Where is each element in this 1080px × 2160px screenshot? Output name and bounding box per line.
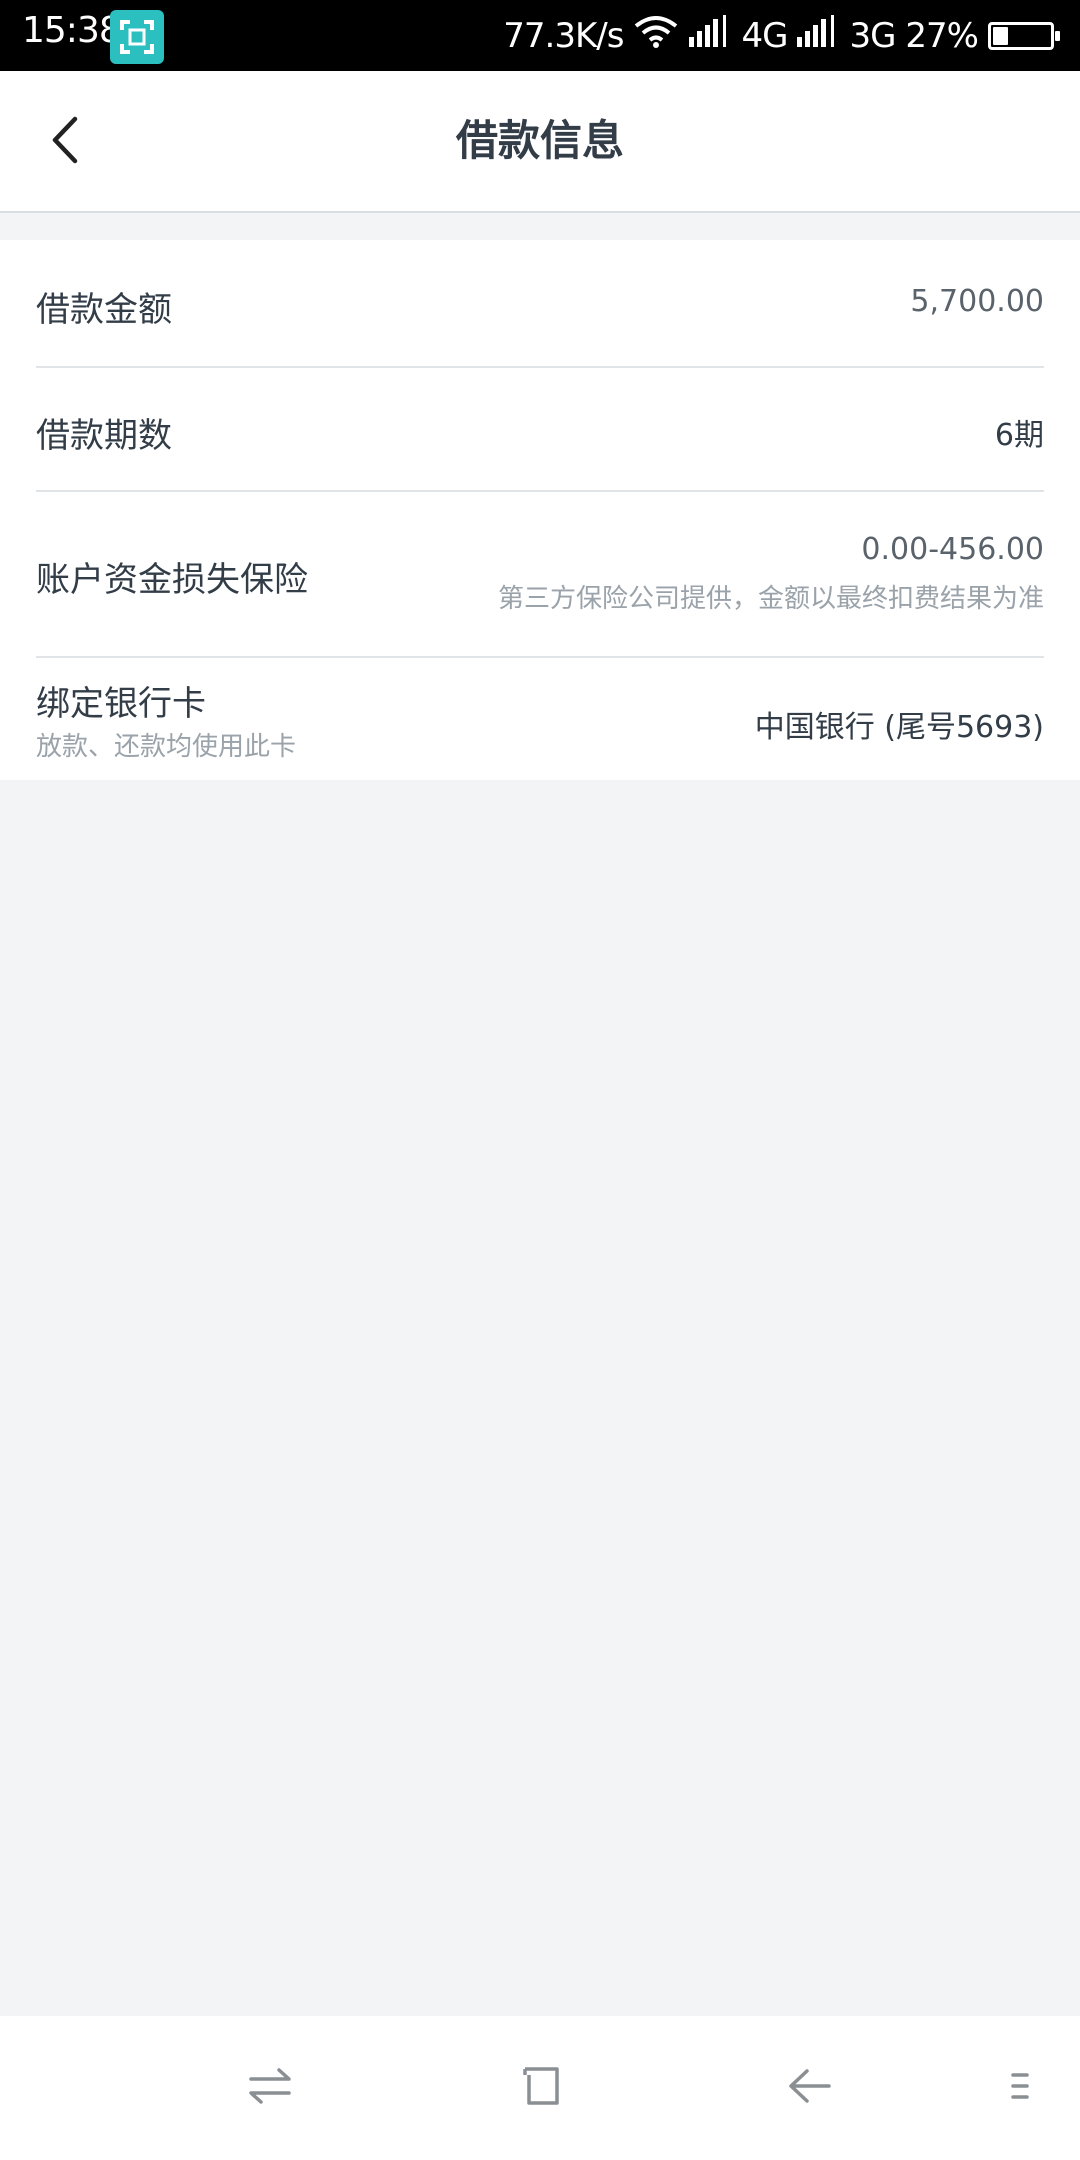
status-time: 15:38 xyxy=(22,10,122,51)
network-type-1: 4G xyxy=(741,15,788,56)
loan-periods-value: 6期 xyxy=(994,418,1044,453)
screenshot-icon xyxy=(110,10,164,64)
bank-card-sublabel: 放款、还款均使用此卡 xyxy=(36,732,297,762)
bank-card-label: 绑定银行卡 xyxy=(36,684,206,724)
loan-periods-label: 借款期数 xyxy=(36,416,172,456)
wifi-icon xyxy=(633,14,679,57)
header: 借款信息 xyxy=(0,71,1080,213)
battery-level xyxy=(993,26,1009,45)
switch-icon xyxy=(245,2061,295,2115)
back-arrow-icon xyxy=(785,2061,835,2115)
loan-info-card: 借款金额 5,700.00 借款期数 6期 账户资金损失保险 0.00-456.… xyxy=(0,240,1080,780)
status-indicators: 77.3K/s 4G 3G 27% xyxy=(503,0,1060,71)
network-type-2: 3G xyxy=(849,15,896,56)
menu-button[interactable] xyxy=(990,2058,1050,2118)
menu-icon xyxy=(1005,2061,1035,2115)
loan-amount-row: 借款金额 5,700.00 xyxy=(36,240,1044,368)
network-speed: 77.3K/s xyxy=(503,15,624,56)
insurance-note: 第三方保险公司提供，金额以最终扣费结果为准 xyxy=(497,584,1044,614)
home-icon xyxy=(515,2061,565,2115)
back-nav-button[interactable] xyxy=(780,2058,840,2118)
loan-amount-value: 5,700.00 xyxy=(910,284,1044,319)
switch-apps-button[interactable] xyxy=(240,2058,300,2118)
battery-percent: 27% xyxy=(905,15,979,56)
navigation-bar xyxy=(0,2016,1080,2160)
loan-periods-row: 借款期数 6期 xyxy=(36,368,1044,492)
bank-card-row: 绑定银行卡 放款、还款均使用此卡 中国银行 (尾号5693) xyxy=(36,658,1044,780)
loan-amount-label: 借款金额 xyxy=(36,290,172,330)
insurance-label: 账户资金损失保险 xyxy=(36,560,308,600)
bank-card-value: 中国银行 (尾号5693) xyxy=(754,710,1044,745)
insurance-row: 账户资金损失保险 0.00-456.00 第三方保险公司提供，金额以最终扣费结果… xyxy=(36,492,1044,658)
status-bar: 15:38 77.3K/s 4G 3G 27% xyxy=(0,0,1080,71)
insurance-value: 0.00-456.00 xyxy=(861,532,1044,567)
page-title: 借款信息 xyxy=(455,116,624,165)
home-button[interactable] xyxy=(510,2058,570,2118)
signal-icon xyxy=(797,15,839,56)
battery-icon xyxy=(988,21,1060,50)
signal-icon xyxy=(689,15,731,56)
